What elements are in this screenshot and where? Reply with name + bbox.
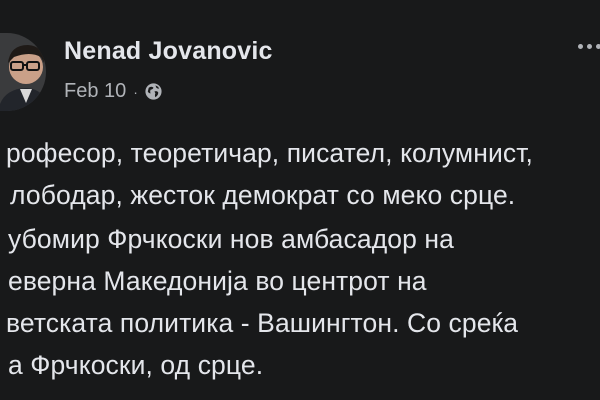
post-text-line: рофесор, теоретичар, писател, колумнист, [6, 138, 533, 168]
avatar[interactable] [0, 33, 46, 111]
meta-separator: · [133, 83, 138, 100]
more-horizontal-icon [578, 44, 583, 49]
globe-icon [144, 82, 163, 101]
author-name[interactable]: Nenad Jovanovic [64, 37, 273, 66]
avatar-photo [0, 33, 46, 111]
post-date[interactable]: Feb 10 [64, 80, 126, 103]
more-options-button[interactable] [578, 38, 600, 58]
post-text: рофесор, теоретичар, писател, колумнист,… [0, 138, 600, 388]
post-text-line: а Фрчкоски, од срце. [8, 350, 264, 380]
post-text-line: убомир Фрчкоски нов амбасадор на [8, 224, 454, 254]
post-text-line: лободар, жесток демократ со меко срце. [10, 180, 516, 210]
post-meta: Feb 10 · [64, 80, 163, 103]
facebook-post: Nenad Jovanovic Feb 10 · рофесор, теорет… [0, 0, 600, 400]
post-text-line: ветската политика - Вашингтон. Со среќа [6, 308, 519, 338]
post-text-line: еверна Македонија во центрот на [8, 266, 427, 296]
